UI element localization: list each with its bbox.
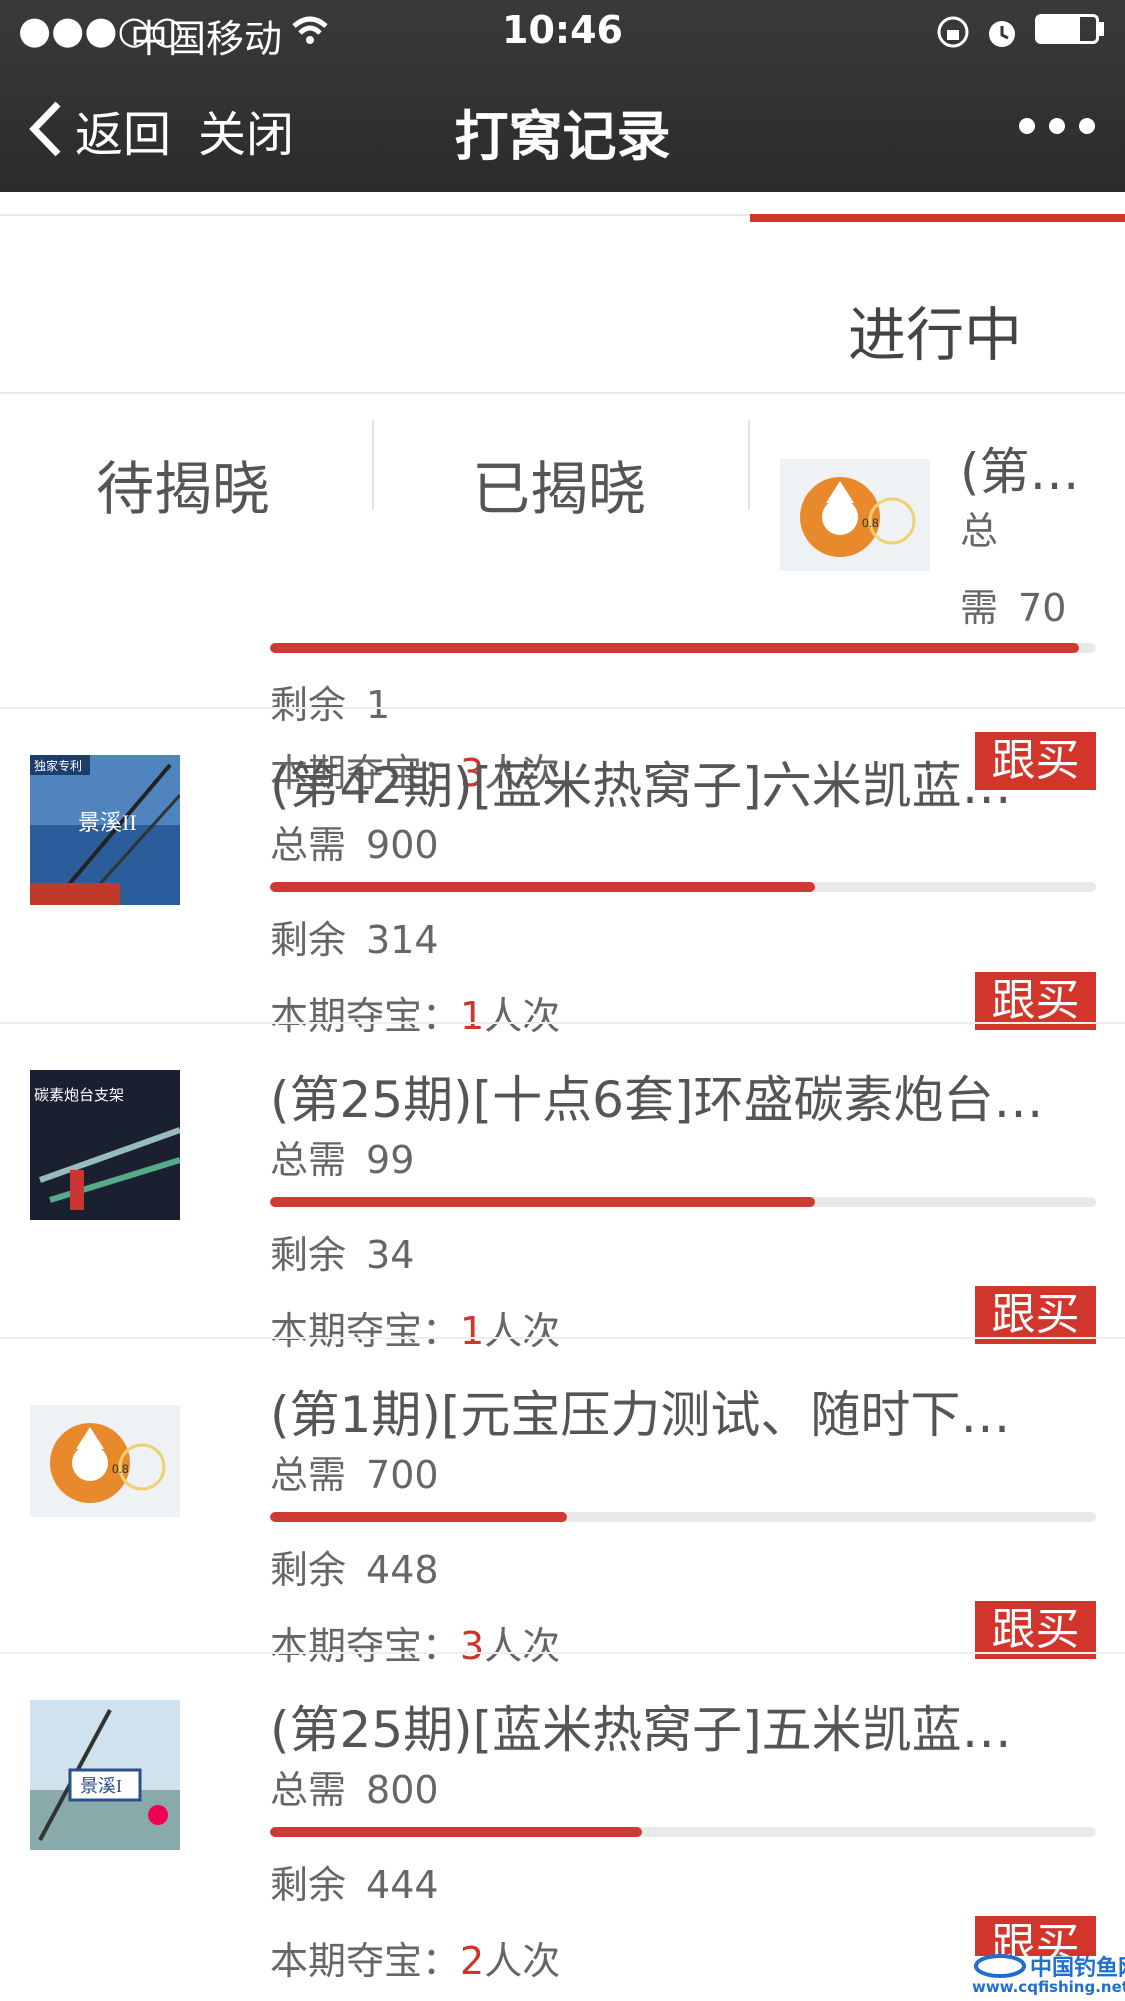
tab-pending[interactable]: 待揭晓 <box>96 442 270 526</box>
progress-bar <box>270 643 1096 653</box>
rotation-lock-icon <box>937 16 969 48</box>
battery-tip <box>1099 22 1104 36</box>
svg-text:碳素炮台支架: 碳素炮台支架 <box>34 1087 124 1104</box>
remaining: 剩余 444 <box>270 1863 439 1907</box>
item-title[interactable]: (第1期)[元宝压力测试、随时下… <box>270 1375 1090 1447</box>
divider <box>0 392 1125 394</box>
page-title: 打窝记录 <box>454 105 671 168</box>
total-needed: 总需 900 <box>270 823 439 867</box>
alarm-icon <box>989 21 1015 47</box>
progress-bar <box>270 1827 1096 1837</box>
item-title[interactable]: (第25期)[蓝米热窝子]五米凯蓝… <box>270 1690 1090 1762</box>
winners-count: 本期夺宝：2人次 <box>270 1939 561 1983</box>
product-image[interactable]: 景溪I <box>30 1700 180 1850</box>
tab-separator <box>372 420 374 510</box>
progress-bar <box>270 1512 1096 1522</box>
svg-text:景溪II: 景溪II <box>78 810 137 835</box>
battery-icon <box>1035 14 1099 44</box>
total-needed: 总需 99 <box>270 1138 415 1182</box>
svg-text:0.8: 0.8 <box>862 516 879 530</box>
total-needed: 总需 700 <box>270 1453 439 1497</box>
svg-text:景溪I: 景溪I <box>80 1776 122 1796</box>
svg-text:0.8: 0.8 <box>112 1462 129 1476</box>
progress-fill <box>270 1827 642 1837</box>
fishing-rod-image: 独家专利 景溪II <box>30 755 180 905</box>
item-title[interactable]: (第… <box>960 432 1100 504</box>
active-tab-indicator <box>750 214 1125 222</box>
divider <box>0 1652 1125 1654</box>
follow-buy-button[interactable]: 跟买 <box>975 1601 1096 1659</box>
product-image[interactable]: 0.8 <box>780 459 930 571</box>
progress-fill <box>270 882 816 892</box>
progress-fill <box>270 1512 568 1522</box>
progress-bar <box>270 882 1096 892</box>
tab-separator <box>748 420 750 510</box>
product-image[interactable]: 独家专利 景溪II <box>30 755 180 905</box>
item-title[interactable]: (第42期)[蓝米热窝子]六米凯蓝… <box>270 746 1090 818</box>
winners-count: 本期夺宝：1人次 <box>270 994 561 1038</box>
watermark-logo-icon <box>974 1954 1026 1978</box>
product-image[interactable]: 0.8 <box>30 1405 180 1517</box>
winners-count: 本期夺宝：3人次 <box>270 1624 561 1668</box>
divider <box>0 1022 1125 1024</box>
divider <box>0 707 1125 709</box>
progress-fill <box>270 643 1080 653</box>
fishing-line-spool-image: 0.8 <box>780 459 930 571</box>
svg-text:独家专利: 独家专利 <box>34 758 82 773</box>
progress-fill <box>270 1197 816 1207</box>
follow-buy-button[interactable]: 跟买 <box>975 1286 1096 1344</box>
tab-in-progress[interactable]: 进行中 <box>848 288 1022 372</box>
progress-bar <box>270 1197 1096 1207</box>
total-value: 需 70 <box>960 586 1067 630</box>
winners-count: 本期夺宝：1人次 <box>270 1309 561 1353</box>
tab-revealed[interactable]: 已揭晓 <box>472 442 646 526</box>
rod-holder-image: 碳素炮台支架 <box>30 1070 180 1220</box>
total-needed: 总需 800 <box>270 1768 439 1812</box>
remaining: 剩余 448 <box>270 1548 439 1592</box>
more-dots-icon[interactable] <box>1015 110 1105 140</box>
remaining: 剩余 1 <box>270 683 391 727</box>
fishing-line-spool-image: 0.8 <box>30 1405 180 1517</box>
remaining: 剩余 34 <box>270 1233 415 1277</box>
fishing-rod-scene-image: 景溪I <box>30 1700 180 1850</box>
top-bar: ●●●○○ 中国移动 10:46 返回 关闭 打窝记录 <box>0 0 1125 192</box>
total-label-short: 总 <box>960 509 999 553</box>
item-title[interactable]: (第25期)[十点6套]环盛碳素炮台… <box>270 1060 1090 1132</box>
remaining: 剩余 314 <box>270 918 439 962</box>
watermark-url: www.cqfishing.net <box>972 1978 1125 1996</box>
divider <box>0 1337 1125 1339</box>
product-image[interactable]: 碳素炮台支架 <box>30 1070 180 1220</box>
